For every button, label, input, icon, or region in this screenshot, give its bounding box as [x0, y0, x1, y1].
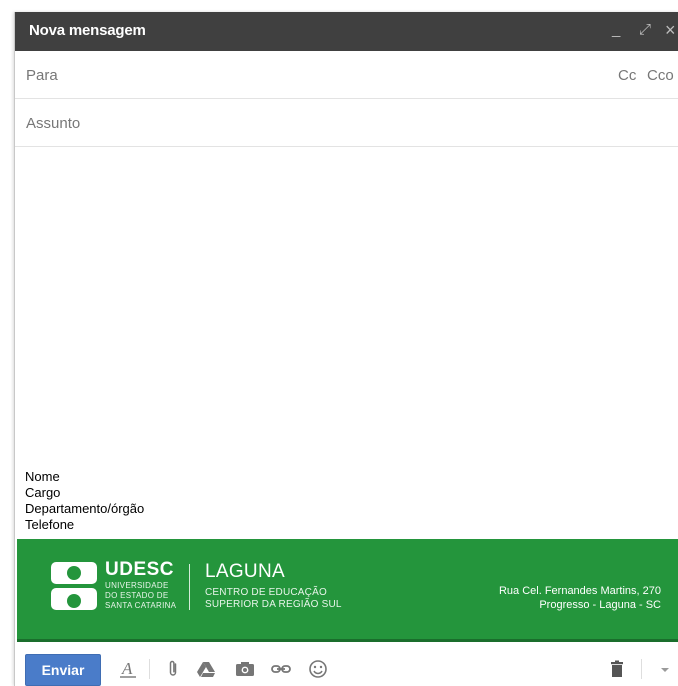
- link-icon[interactable]: [271, 659, 291, 679]
- signature-block: Nome Cargo Departamento/órgão Telefone: [25, 469, 144, 533]
- signature-banner: UDESC UNIVERSIDADE DO ESTADO DE SANTA CA…: [17, 539, 678, 642]
- to-field[interactable]: Para Cc Cco: [15, 51, 678, 99]
- udesc-subtitle: UNIVERSIDADE DO ESTADO DE SANTA CATARINA: [105, 581, 176, 611]
- minimize-icon[interactable]: _: [612, 21, 620, 39]
- campus-sub-line: CENTRO DE EDUCAÇÃO: [205, 587, 327, 598]
- message-body[interactable]: [15, 148, 678, 468]
- banner-divider: [189, 564, 190, 610]
- udesc-logo-icon: [51, 562, 97, 610]
- signature-name: Nome: [25, 469, 60, 484]
- signature-role: Cargo: [25, 485, 61, 500]
- signature-phone: Telefone: [25, 517, 75, 532]
- send-button[interactable]: Enviar: [25, 654, 101, 686]
- drive-icon[interactable]: [196, 659, 216, 679]
- campus-subtitle: CENTRO DE EDUCAÇÃO SUPERIOR DA REGIÃO SU…: [205, 587, 342, 611]
- subject-field[interactable]: Assunto: [15, 99, 678, 147]
- compose-toolbar: Enviar A: [15, 642, 678, 686]
- subject-placeholder: Assunto: [26, 115, 81, 132]
- more-options-icon[interactable]: [655, 659, 675, 679]
- campus-address: Rua Cel. Fernandes Martins, 270 Progress…: [499, 584, 661, 612]
- cc-link[interactable]: Cc: [618, 67, 636, 84]
- udesc-sub-line: DO ESTADO DE: [105, 591, 169, 600]
- compose-window: Nova mensagem _ ⤢ × Para Cc Cco Assunto …: [14, 12, 678, 686]
- campus-name: LAGUNA: [205, 561, 285, 582]
- toolbar-divider: [641, 659, 642, 679]
- attach-icon[interactable]: [163, 659, 183, 679]
- to-placeholder: Para: [26, 67, 58, 84]
- trash-icon[interactable]: [607, 659, 627, 679]
- compose-titlebar[interactable]: Nova mensagem _ ⤢ ×: [15, 12, 678, 51]
- photo-icon[interactable]: [235, 659, 255, 679]
- bcc-link[interactable]: Cco: [647, 67, 674, 84]
- address-city: Progresso - Laguna - SC: [539, 599, 661, 611]
- emoji-icon[interactable]: [308, 659, 328, 679]
- text-format-icon[interactable]: A: [118, 659, 138, 679]
- address-street: Rua Cel. Fernandes Martins, 270: [498, 585, 661, 597]
- campus-sub-line: SUPERIOR DA REGIÃO SUL: [205, 599, 342, 610]
- svg-text:A: A: [121, 659, 133, 678]
- udesc-sub-line: UNIVERSIDADE: [105, 581, 169, 590]
- signature-department: Departamento/órgão: [25, 501, 145, 516]
- toolbar-divider: [149, 659, 150, 679]
- compose-title: Nova mensagem: [29, 22, 146, 39]
- close-icon[interactable]: ×: [665, 21, 676, 39]
- udesc-brand: UDESC: [105, 559, 175, 580]
- expand-icon[interactable]: ⤢: [639, 21, 651, 39]
- udesc-sub-line: SANTA CATARINA: [105, 601, 177, 610]
